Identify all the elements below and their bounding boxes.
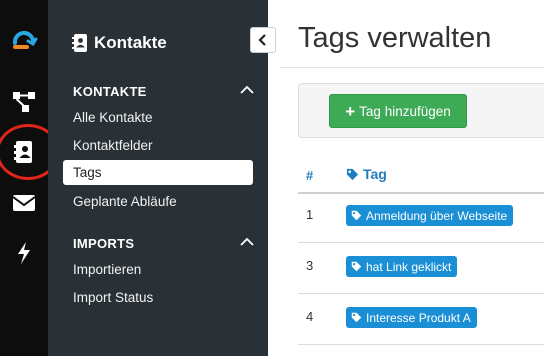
sidebar: Kontakte KONTAKTE Alle Kontakte Kontaktf…	[48, 0, 268, 356]
tag-badge[interactable]: Interesse Produkt A	[346, 307, 477, 328]
table-row-id: 3	[306, 258, 314, 273]
add-tag-button-label: Tag hinzufügen	[359, 103, 451, 119]
table-row-divider	[298, 293, 544, 294]
tag-badge-label: hat Link geklickt	[366, 259, 452, 274]
envelope-icon[interactable]	[0, 185, 48, 221]
table-row-divider	[298, 344, 544, 345]
tag-icon	[346, 168, 359, 180]
divider	[280, 67, 544, 68]
sidebar-title-text: Kontakte	[94, 33, 167, 52]
chevron-up-icon[interactable]	[240, 85, 254, 95]
page-title: Tags verwalten	[298, 22, 492, 54]
sidebar-title: Kontakte	[72, 30, 167, 56]
table-row-id: 1	[306, 207, 314, 222]
workflow-icon[interactable]	[0, 84, 48, 120]
table-row-divider	[298, 242, 544, 243]
column-header-number[interactable]: #	[306, 168, 313, 183]
column-header-tag-label: Tag	[363, 166, 387, 182]
plus-icon: +	[345, 101, 356, 121]
app-logo-icon[interactable]	[0, 22, 48, 58]
table-header-divider	[298, 192, 544, 194]
sidebar-item-alle-kontakte[interactable]: Alle Kontakte	[73, 110, 153, 125]
sidebar-item-kontaktfelder[interactable]: Kontaktfelder	[73, 138, 153, 153]
tag-icon	[351, 210, 362, 221]
tag-icon	[351, 261, 362, 272]
tag-badge-label: Interesse Produkt A	[366, 310, 471, 325]
chevron-left-icon	[258, 34, 266, 46]
section-kontakte-header[interactable]: KONTAKTE	[73, 84, 147, 99]
tag-badge-label: Anmeldung über Webseite	[366, 208, 508, 223]
tag-badge[interactable]: hat Link geklickt	[346, 256, 458, 277]
sidebar-item-tags[interactable]: Tags	[63, 160, 253, 185]
sidebar-item-import-status[interactable]: Import Status	[73, 290, 153, 305]
collapse-sidebar-button[interactable]	[250, 27, 276, 53]
chevron-up-icon[interactable]	[240, 237, 254, 247]
icon-rail	[0, 0, 60, 356]
sidebar-item-importieren[interactable]: Importieren	[73, 262, 141, 277]
add-tag-button[interactable]: + Tag hinzufügen	[329, 94, 467, 128]
tag-badge[interactable]: Anmeldung über Webseite	[346, 205, 514, 226]
section-imports-header[interactable]: IMPORTS	[73, 236, 134, 251]
column-header-tag[interactable]: Tag	[346, 166, 387, 182]
tag-icon	[351, 312, 362, 323]
lightning-icon[interactable]	[0, 235, 48, 271]
table-row-id: 4	[306, 309, 314, 324]
address-book-icon	[72, 34, 87, 52]
sidebar-item-geplante-ablaeufe[interactable]: Geplante Abläufe	[73, 194, 177, 209]
